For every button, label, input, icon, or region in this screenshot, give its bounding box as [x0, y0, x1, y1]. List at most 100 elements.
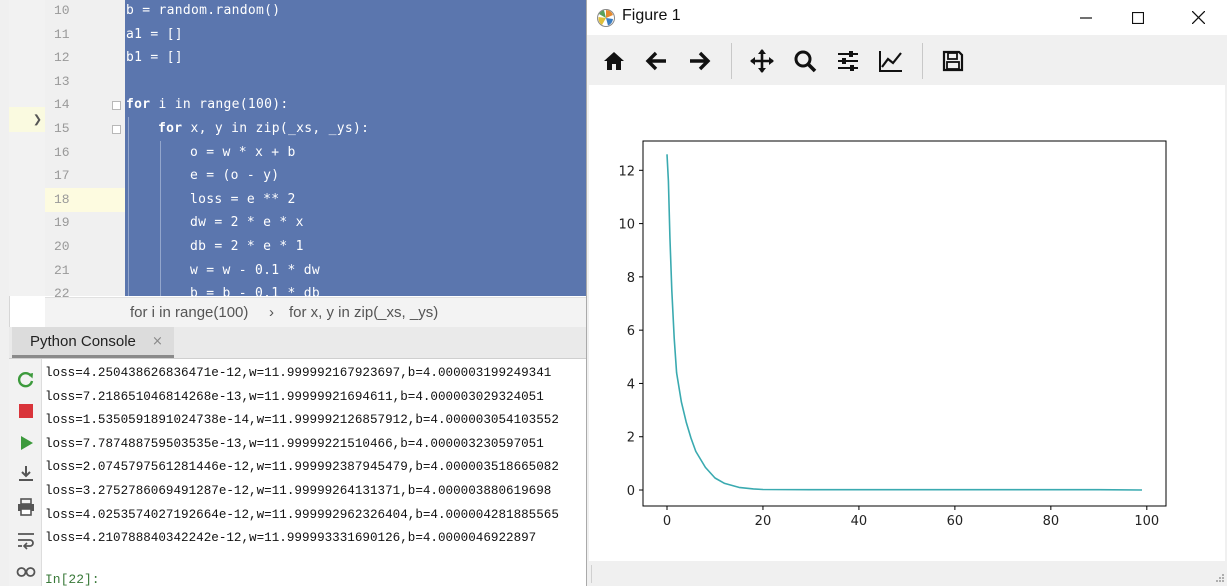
chevron-right-icon: ❯: [33, 110, 43, 128]
figure-window: Figure 1 0 20 40 60 80 100 0 2 4 6 8 10 …: [586, 0, 1227, 586]
pan-icon: [750, 49, 774, 73]
minimize-icon: [1080, 16, 1092, 19]
y-tick-label: 12: [618, 164, 635, 179]
stop-icon[interactable]: [15, 400, 37, 422]
series-line: [666, 154, 1143, 491]
figure-toolbar: [587, 37, 1227, 85]
status-separator: [591, 565, 592, 583]
code-line[interactable]: for x, y in zip(_xs, _ys):: [158, 117, 369, 141]
x-tick-label: 0: [663, 514, 671, 529]
code-text: w = w - 0.1 * dw: [190, 262, 321, 278]
plot-canvas[interactable]: 0 20 40 60 80 100 0 2 4 6 8 10 12: [589, 85, 1225, 561]
save-button[interactable]: [937, 45, 969, 77]
console-output-line: loss=7.787488759503535e-13,w=11.99999221…: [45, 436, 544, 451]
code-line[interactable]: w = w - 0.1 * dw: [190, 259, 320, 283]
zoom-icon: [794, 50, 817, 73]
code-line[interactable]: b = b - 0.1 * db: [190, 282, 320, 296]
fold-marker[interactable]: [112, 125, 121, 134]
code-text: loss = e ** 2: [190, 191, 296, 207]
code-line[interactable]: b = random.random(): [126, 0, 280, 23]
code-text: dw = 2 * e * x: [190, 215, 304, 231]
line-number: 10: [54, 3, 70, 18]
console-output[interactable]: In[22]: loss=4.250438626836471e-12,w=11.…: [44, 359, 588, 586]
line-number: 13: [54, 73, 70, 89]
code-text: i in range(100):: [150, 97, 289, 113]
back-arrow-icon: [645, 51, 666, 71]
console-output-line: loss=4.0253574027192664e-12,w=11.9999929…: [45, 507, 559, 522]
line-number: 17: [54, 168, 70, 184]
indent-guide: [160, 141, 161, 296]
console-output-line: loss=7.218651046814268e-13,w=11.99999921…: [45, 389, 544, 404]
forward-button[interactable]: [683, 45, 715, 77]
code-line[interactable]: o = w * x + b: [190, 141, 296, 165]
code-line[interactable]: db = 2 * e * 1: [190, 235, 304, 259]
code-line[interactable]: e = (o - y): [190, 164, 279, 188]
x-tick-label: 100: [1134, 514, 1159, 529]
code-line[interactable]: dw = 2 * e * x: [190, 211, 304, 235]
tab-python-console[interactable]: Python Console ×: [12, 327, 174, 358]
back-button[interactable]: [641, 45, 673, 77]
status-bar: [587, 561, 1227, 586]
axes-frame: [642, 140, 1167, 507]
home-button[interactable]: [598, 45, 630, 77]
code-line[interactable]: b1 = []: [126, 46, 183, 70]
matplotlib-logo-icon: [597, 9, 615, 27]
toolbar-separator: [731, 43, 732, 79]
console-output-line: loss=4.250438626836471e-12,w=11.99999216…: [45, 366, 552, 380]
close-button[interactable]: [1175, 0, 1221, 35]
line-number: 21: [54, 262, 70, 278]
code-line[interactable]: for i in range(100):: [126, 93, 289, 117]
close-icon: [1191, 11, 1205, 24]
scroll-to-end-icon[interactable]: [15, 463, 37, 485]
window-titlebar[interactable]: Figure 1: [587, 0, 1227, 35]
y-tick-label: 0: [627, 484, 635, 499]
x-tick-label: 40: [851, 514, 868, 529]
code-editor[interactable]: b = random.random() a1 = [] b1 = [] for i i…: [125, 0, 588, 296]
y-tick-label: 10: [618, 218, 635, 233]
console-prompt[interactable]: In[22]:: [45, 572, 100, 586]
breadcrumb: for i in range(100) › for x, y in zip(_x…: [45, 297, 588, 328]
code-line[interactable]: a1 = []: [126, 23, 183, 47]
code-text: x, y in zip(_xs, _ys):: [182, 121, 370, 136]
code-text: db = 2 * e * 1: [190, 239, 304, 254]
breadcrumb-separator: ›: [269, 304, 274, 321]
y-tick-label: 8: [627, 271, 635, 286]
soft-wrap-icon[interactable]: [15, 529, 37, 551]
zoom-button[interactable]: [789, 45, 821, 77]
line-numbers: 10 11 12 13 14 15 16 17 18 19 20 21 22: [45, 0, 125, 301]
configure-subplots-button[interactable]: [832, 45, 864, 77]
close-icon[interactable]: ×: [152, 334, 163, 349]
code-line[interactable]: loss = e ** 2: [190, 188, 296, 212]
rerun-icon[interactable]: [15, 368, 37, 390]
edit-axis-button[interactable]: [875, 45, 907, 77]
code-text: b1 = []: [126, 50, 183, 66]
line-number: 16: [54, 144, 70, 160]
y-tick-label: 2: [627, 431, 635, 446]
x-tick-label: 60: [947, 514, 964, 529]
line-number: 18: [45, 187, 125, 212]
maximize-button[interactable]: [1115, 0, 1161, 35]
pan-button[interactable]: [746, 45, 778, 77]
console-output-line: loss=4.210788840342242e-12,w=11.99999333…: [45, 531, 537, 546]
run-icon[interactable]: [15, 432, 37, 454]
minimize-button[interactable]: [1063, 0, 1109, 35]
x-tick-label: 80: [1043, 514, 1060, 529]
line-number: 19: [54, 215, 70, 231]
breadcrumb-item[interactable]: for x, y in zip(_xs, _ys): [289, 304, 438, 321]
console-tab-bar: Python Console ×: [9, 327, 588, 359]
code-text: b = b - 0.1 * db: [190, 286, 321, 296]
maximize-icon: [1132, 11, 1144, 24]
toolbar-separator: [922, 43, 923, 79]
configure-subplots-icon: [838, 51, 858, 71]
line-number: 12: [54, 50, 70, 66]
window-title: Figure 1: [622, 7, 681, 24]
ide-panel: ❯ 10 11 12 13 14 15 16 17 18 19 20 21 22 b = random.…: [0, 0, 588, 586]
print-icon[interactable]: [15, 496, 37, 518]
edit-axis-icon: [879, 51, 902, 72]
variables-view-icon[interactable]: [15, 561, 37, 583]
chart: 0 20 40 60 80 100 0 2 4 6 8 10 12: [618, 140, 1167, 529]
resize-grip-icon[interactable]: [1215, 573, 1225, 583]
fold-marker[interactable]: [112, 101, 121, 110]
breadcrumb-item[interactable]: for i in range(100): [130, 304, 248, 321]
x-tick-label: 20: [755, 514, 772, 529]
